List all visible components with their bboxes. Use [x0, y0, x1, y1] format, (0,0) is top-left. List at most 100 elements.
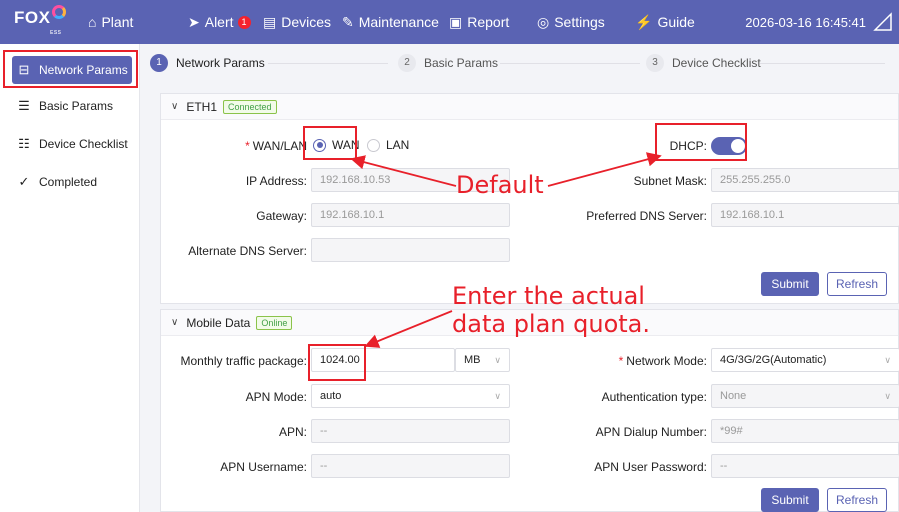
- step-device-checklist[interactable]: 3 Device Checklist: [646, 54, 761, 72]
- home-icon: ⌂: [88, 14, 97, 30]
- apn-label-text: APN: [278, 425, 304, 439]
- gateway-field[interactable]: 192.168.10.1: [311, 203, 510, 227]
- eth1-title: ETH1: [186, 99, 218, 114]
- apn-mode-value: auto: [320, 390, 342, 402]
- nav-plant[interactable]: ⌂ Plant: [88, 0, 133, 44]
- nav-plant-label: Plant: [101, 14, 134, 30]
- wrench-icon: ✎: [342, 13, 354, 30]
- nav-devices-label: Devices: [281, 14, 332, 30]
- subnet-mask-value: 255.255.255.0: [720, 174, 791, 186]
- auth-type-label: Authentication type:: [601, 390, 707, 404]
- radio-unselected-icon: [367, 138, 380, 152]
- dhcp-label: DHCP:: [669, 139, 707, 153]
- step-connector: [500, 63, 640, 64]
- nav-guide[interactable]: ⚡ Guide: [635, 0, 695, 44]
- network-mode-select[interactable]: 4G/3G/2G(Automatic) ∨: [711, 348, 899, 372]
- annotation-quota-line2: data plan quota.: [452, 310, 651, 338]
- logo-subtext: ESS: [50, 30, 62, 36]
- sidebar-item-device-checklist[interactable]: ☷ Device Checklist: [12, 130, 132, 158]
- fox-logo[interactable]: FOX ESS: [14, 5, 66, 36]
- mobile-refresh-button[interactable]: Refresh: [827, 488, 887, 512]
- step-label: Network Params: [176, 56, 265, 70]
- apn-mode-select[interactable]: auto ∨: [311, 384, 510, 408]
- apn-field[interactable]: --: [311, 419, 510, 443]
- step-number: 1: [150, 54, 168, 72]
- devices-icon: ▤: [263, 13, 277, 30]
- wan-radio-label: WAN: [332, 138, 360, 152]
- sidebar-item-completed[interactable]: ✓ Completed: [12, 168, 132, 196]
- traffic-package-field[interactable]: 1024.00: [311, 348, 455, 372]
- top-nav-bar: FOX ESS ⌂ Plant ➤ Alert 1 ▤ Devices ✎ Ma…: [0, 0, 899, 44]
- step-network-params[interactable]: 1 Network Params: [150, 54, 265, 72]
- preferred-dns-label-text: Preferred DNS Server: [586, 209, 704, 223]
- preferred-dns-field[interactable]: 192.168.10.1: [711, 203, 899, 227]
- logo-ring-icon: [52, 5, 66, 19]
- nav-guide-label: Guide: [657, 14, 695, 30]
- traffic-unit-select[interactable]: MB ∨: [455, 348, 510, 372]
- gear-icon: ◎: [537, 13, 550, 30]
- chevron-down-icon: ∨: [884, 391, 891, 401]
- auth-type-value: None: [720, 390, 747, 402]
- nav-alert[interactable]: ➤ Alert 1: [188, 0, 251, 44]
- apn-password-label-text: APN User Password: [594, 460, 704, 474]
- apn-password-value: --: [720, 460, 728, 472]
- nav-maintenance[interactable]: ✎ Maintenance: [342, 0, 439, 44]
- gateway-label: Gateway:: [256, 209, 307, 223]
- nav-devices[interactable]: ▤ Devices: [263, 0, 331, 44]
- preferred-dns-value: 192.168.10.1: [720, 209, 785, 221]
- apn-password-field[interactable]: --: [711, 454, 899, 478]
- alternate-dns-field[interactable]: [311, 238, 510, 262]
- eth1-panel-header[interactable]: ∨ ETH1 Connected: [161, 94, 898, 120]
- eth1-submit-button[interactable]: Submit: [761, 272, 819, 296]
- nav-alert-label: Alert: [204, 14, 234, 30]
- apn-dialup-field[interactable]: *99#: [711, 419, 899, 443]
- sidebar-item-network-params[interactable]: ⊟ Network Params: [12, 56, 132, 84]
- lan-radio-label: LAN: [386, 138, 410, 152]
- chevron-down-icon: ∨: [171, 317, 179, 328]
- step-label: Basic Params: [424, 56, 499, 70]
- report-icon: ▣: [449, 13, 463, 30]
- checklist-icon: ☷: [18, 136, 30, 151]
- annotation-quota-line1: Enter the actual: [452, 282, 645, 310]
- wan-lan-label: * WAN/LAN: [245, 139, 307, 153]
- mobile-data-panel: ∨ Mobile Data Online Monthly traffic pac…: [160, 309, 899, 512]
- network-mode-label-text: Network Mode: [626, 354, 704, 368]
- sidebar-item-label: Basic Params: [39, 99, 114, 113]
- network-mode-value: 4G/3G/2G(Automatic): [720, 354, 827, 366]
- step-basic-params[interactable]: 2 Basic Params: [398, 54, 498, 72]
- auth-type-select[interactable]: None ∨: [711, 384, 899, 408]
- wizard-steps: 1 Network Params 2 Basic Params 3 Device…: [148, 48, 899, 78]
- gateway-value: 192.168.10.1: [320, 209, 385, 221]
- ip-address-value: 192.168.10.53: [320, 174, 391, 186]
- subnet-mask-label: Subnet Mask:: [633, 174, 707, 188]
- sidebar: ⊟ Network Params ☰ Basic Params ☷ Device…: [0, 44, 140, 512]
- annotation-default: Default: [456, 171, 544, 199]
- alternate-dns-label: Alternate DNS Server:: [188, 244, 307, 258]
- sidebar-item-basic-params[interactable]: ☰ Basic Params: [12, 92, 132, 120]
- sidebar-item-label: Device Checklist: [39, 137, 128, 151]
- step-number: 3: [646, 54, 664, 72]
- network-mode-label: * Network Mode:: [618, 354, 707, 368]
- apn-mode-label: APN Mode:: [245, 390, 307, 404]
- lan-radio[interactable]: LAN: [367, 138, 409, 152]
- network-params-icon: ⊟: [18, 62, 30, 77]
- nav-report[interactable]: ▣ Report: [449, 0, 509, 44]
- datetime-display: 2026-03-16 16:45:41: [745, 14, 866, 30]
- traffic-package-value: 1024.00: [320, 354, 360, 366]
- apn-username-label-text: APN Username: [220, 460, 304, 474]
- apn-mode-label-text: APN Mode: [245, 390, 304, 404]
- nav-settings[interactable]: ◎ Settings: [537, 0, 605, 44]
- wan-radio[interactable]: WAN: [313, 138, 360, 152]
- check-circle-icon: ✓: [18, 174, 30, 189]
- radio-selected-icon: [313, 138, 326, 152]
- apn-username-field[interactable]: --: [311, 454, 510, 478]
- nav-settings-label: Settings: [554, 14, 605, 30]
- traffic-package-label-text: Monthly traffic package: [180, 354, 304, 368]
- dhcp-toggle[interactable]: [711, 137, 747, 155]
- chevron-down-icon: ∨: [494, 391, 501, 401]
- corner-triangle-icon[interactable]: [873, 12, 893, 32]
- eth1-refresh-button[interactable]: Refresh: [827, 272, 887, 296]
- subnet-mask-field[interactable]: 255.255.255.0: [711, 168, 899, 192]
- apn-username-value: --: [320, 460, 328, 472]
- mobile-submit-button[interactable]: Submit: [761, 488, 819, 512]
